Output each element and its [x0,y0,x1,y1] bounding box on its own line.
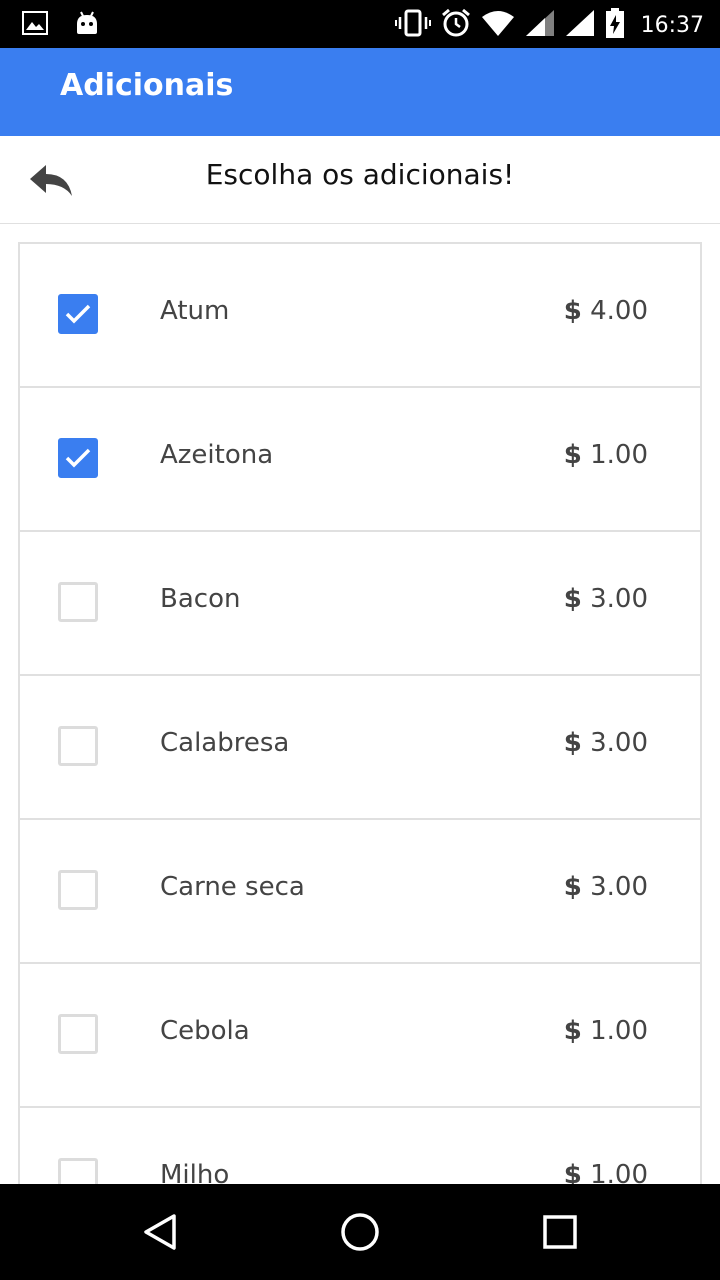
navigation-bar [0,1184,720,1280]
item-price: $ 1.00 [564,1160,648,1184]
vibrate-icon [394,9,431,42]
currency-symbol: $ [563,440,582,470]
app-title: Adicionais [60,68,234,103]
item-name: Atum [160,296,230,326]
app-bar: Adicionais [0,48,720,136]
nav-home-button[interactable] [338,1210,382,1254]
item-name: Bacon [160,584,241,614]
list-item[interactable]: Azeitona $ 1.00 [20,388,700,532]
item-checkbox[interactable] [58,294,98,334]
list-item[interactable]: Calabresa $ 3.00 [20,676,700,820]
item-price: $ 1.00 [564,440,648,470]
price-value: 1.00 [590,440,648,470]
check-icon [65,304,91,324]
signal-icon [565,9,595,42]
status-time: 16:37 [640,13,704,38]
currency-symbol: $ [563,728,582,758]
list-item[interactable]: Bacon $ 3.00 [20,532,700,676]
item-name: Milho [160,1160,230,1184]
item-name: Azeitona [160,440,274,470]
item-price: $ 3.00 [564,728,648,758]
item-checkbox[interactable] [58,1014,98,1054]
battery-charging-icon [605,8,625,43]
item-checkbox[interactable] [58,1158,98,1184]
currency-symbol: $ [563,1160,582,1184]
wifi-icon [481,9,515,42]
home-circle-icon [338,1213,382,1258]
item-checkbox[interactable] [58,438,98,478]
list-item[interactable]: Atum $ 4.00 [20,244,700,388]
price-value: 3.00 [590,872,648,902]
price-value: 3.00 [590,584,648,614]
nav-back-button[interactable] [138,1210,182,1254]
price-value: 3.00 [590,728,648,758]
item-checkbox[interactable] [58,582,98,622]
recents-square-icon [538,1215,582,1258]
currency-symbol: $ [563,296,582,326]
currency-symbol: $ [563,872,582,902]
item-price: $ 3.00 [564,872,648,902]
page-title: Escolha os adicionais! [205,158,515,191]
price-value: 1.00 [590,1160,648,1184]
check-icon [65,448,91,468]
item-price: $ 1.00 [564,1016,648,1046]
list-item[interactable]: Milho $ 1.00 [20,1108,700,1184]
subheader: Escolha os adicionais! [0,136,720,224]
list-item[interactable]: Cebola $ 1.00 [20,964,700,1108]
item-name: Carne seca [160,872,305,902]
item-name: Calabresa [160,728,290,758]
image-icon [22,11,48,40]
nav-recents-button[interactable] [538,1210,582,1254]
price-value: 1.00 [590,1016,648,1046]
currency-symbol: $ [563,1016,582,1046]
back-triangle-icon [138,1214,182,1258]
currency-symbol: $ [563,584,582,614]
status-bar: 16:37 [0,0,720,48]
additionals-list[interactable]: Atum $ 4.00 Azeitona $ 1.00 Bacon $ 3.00… [18,242,702,1184]
item-checkbox[interactable] [58,870,98,910]
signal-icon [525,9,555,42]
item-price: $ 3.00 [564,584,648,614]
item-price: $ 4.00 [564,296,648,326]
item-checkbox[interactable] [58,726,98,766]
price-value: 4.00 [590,296,648,326]
reply-back-icon [28,165,76,206]
list-item[interactable]: Carne seca $ 3.00 [20,820,700,964]
item-name: Cebola [160,1016,250,1046]
alarm-icon [441,8,471,43]
android-icon [74,10,100,41]
